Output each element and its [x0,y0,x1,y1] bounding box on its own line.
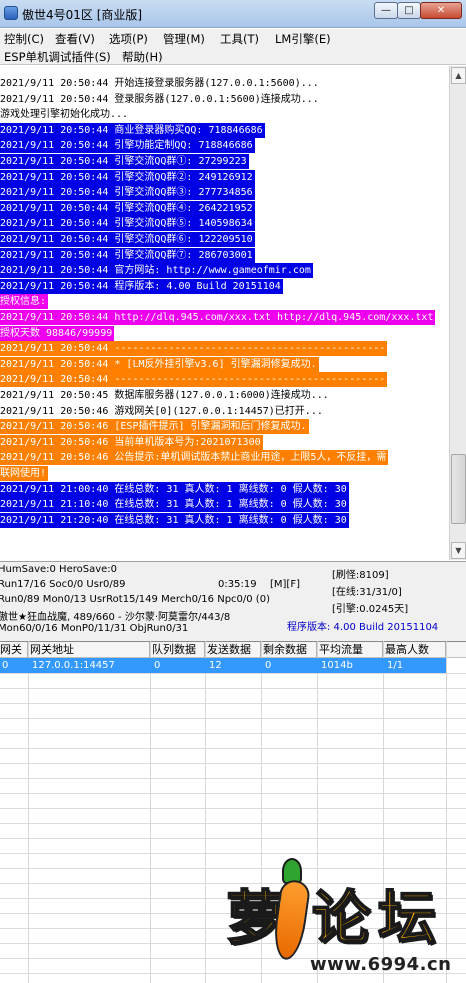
log-line: 联网使用! [0,466,49,481]
status-save: HumSave:0 HeroSave:0 [0,564,118,575]
watermark-char-2: 论 [311,884,371,952]
status-monsters: Mon60/0/16 MonP0/11/31 ObjRun0/31 [0,623,189,634]
log-line: 2021/9/11 20:50:45 数据库服务器(127.0.0.1:6000… [0,390,329,401]
log-line: 2021/9/11 20:50:44 引擎交流QQ群⑦: 286703001 [0,247,255,263]
menu-esp-plugin[interactable]: ESP单机调试插件(S) [4,49,111,65]
col-avg-traffic[interactable]: 平均流量 [317,642,383,658]
log-line: 2021/9/11 20:50:44 ---------------------… [0,372,388,388]
cell-address: 127.0.0.1:14457 [32,660,115,671]
scroll-up-icon[interactable]: ▲ [451,67,466,84]
col-gateway[interactable]: 网关 [0,642,28,658]
log-line: 2021/9/11 21:20:40 在线总数: 31 真人数: 1 离线数: … [0,512,349,528]
col-sent[interactable]: 发送数据 [205,642,261,658]
menu-view[interactable]: 查看(V) [55,31,95,47]
log-line: 2021/9/11 20:50:44 程序版本: 4.00 Build 2015… [0,278,283,294]
cell-gateway: 0 [2,660,9,671]
status-map: 傲世★狂血战魔, 489/660 - 沙尔蒙·阿莫雷尔/443/8 [0,612,231,623]
cell-max-users: 1/1 [387,660,404,671]
status-timer: 0:35:19 [218,579,257,590]
status-panel: HumSave:0 HeroSave:0 Run17/16 Soc0/0 Usr… [0,561,466,641]
col-gateway-addr[interactable]: 网关地址 [28,642,150,658]
col-max-users[interactable]: 最高人数 [383,642,446,658]
log-line: 游戏处理引擎初始化成功... [0,109,129,121]
log-line: 2021/9/11 20:50:44 引擎交流QQ群③: 277734856 [0,185,255,201]
log-line: 2021/9/11 20:50:46 游戏网关[0](127.0.0.1:144… [0,405,323,417]
close-button[interactable]: ✕ [420,2,462,19]
cell-queue: 0 [154,660,161,671]
status-run: Run17/16 Soc0/0 Usr0/89 [0,579,126,590]
log-line: 2021/9/11 20:50:46 [ESP插件提示] 引擎漏洞和后门修复成功… [0,419,309,435]
log-line: 2021/9/11 20:50:46 当前单机版本号为:2021071300 [0,434,263,450]
cell-sent: 12 [209,660,222,671]
log-line: 授权天数 98846/99999 [0,325,115,341]
log-line: 2021/9/11 21:10:40 在线总数: 31 真人数: 1 离线数: … [0,497,349,513]
log-line: 2021/9/11 20:50:44 引擎交流QQ群⑥: 122209510 [0,232,255,247]
log-line: 2021/9/11 20:50:44 引擎交流QQ群②: 249126912 [0,169,255,185]
log-line: 2021/9/11 20:50:44 登录服务器(127.0.0.1:5600)… [0,93,319,105]
gateway-table-header: 网关 网关地址 队列数据 发送数据 剩余数据 平均流量 最高人数 [0,641,466,658]
online-count: [在线:31/31/0] [332,587,402,598]
log-line: 2021/9/11 20:50:46 公告提示:单机调试版本禁止商业用途，上限5… [0,450,389,466]
status-flags: [M][F] [270,579,300,590]
menu-tools[interactable]: 工具(T) [220,31,259,47]
menu-options[interactable]: 选项(P) [109,31,148,47]
log-line: 2021/9/11 20:50:44 * [LM反外挂引擎v3.6] 引擎漏洞修… [0,356,319,372]
menu-lm-engine[interactable]: LM引擎(E) [275,31,331,47]
col-remaining[interactable]: 剩余数据 [261,642,317,658]
title-bar: 傲世4号01区 [商业版] — □ ✕ [0,0,466,28]
window-title: 傲世4号01区 [商业版] [22,8,143,22]
log-line: 2021/9/11 20:50:44 官方网站: http://www.game… [0,263,313,279]
maximize-button[interactable]: □ [397,2,421,19]
log-line: 2021/9/11 20:50:44 ---------------------… [0,341,388,357]
menu-help[interactable]: 帮助(H) [122,49,163,65]
watermark-url: www.6994.cn [310,954,452,975]
log-line: 授权信息: [0,294,49,310]
menu-manage[interactable]: 管理(M) [163,31,205,47]
app-icon [4,6,18,20]
menu-bar: 控制(C) 查看(V) 选项(P) 管理(M) 工具(T) LM引擎(E) [0,29,466,47]
log-line: 2021/9/11 20:50:44 商业登录器购买QQ: 718846686 [0,122,265,138]
refresh-count: [刷怪:8109] [332,570,389,581]
status-objects: Run0/89 Mon0/13 UsrRot15/149 Merch0/16 N… [0,594,270,605]
menu-bar-secondary: ESP单机调试插件(S) 帮助(H) [0,47,466,65]
log-line: 2021/9/11 20:50:44 引擎交流QQ群①: 27299223 [0,154,249,169]
scroll-thumb[interactable] [451,454,466,524]
minimize-button[interactable]: — [374,2,398,19]
log-scrollbar[interactable]: ▲ ▼ [449,66,466,560]
log-line: 2021/9/11 21:00:40 在线总数: 31 真人数: 1 离线数: … [0,481,349,497]
cell-avg-traffic: 1014b [321,660,353,671]
col-queue[interactable]: 队列数据 [150,642,205,658]
program-version: 程序版本: 4.00 Build 20151104 [287,622,439,633]
menu-control[interactable]: 控制(C) [4,31,44,47]
log-line: 2021/9/11 20:50:44 引擎交流QQ群⑤: 140598634 [0,216,255,232]
engine-days: [引擎:0.0245天] [332,604,409,615]
log-line: 2021/9/11 20:50:44 开始连接登录服务器(127.0.0.1:5… [0,78,319,89]
log-line: 2021/9/11 20:50:44 引擎功能定制QQ: 718846686 [0,138,255,154]
log-panel[interactable]: 2021/9/11 20:50:44 开始连接登录服务器(127.0.0.1:5… [0,66,449,560]
log-line: 2021/9/11 20:50:44 引擎交流QQ群④: 264221952 [0,200,255,216]
watermark-char-3: 坛 [377,884,437,952]
log-line: 2021/9/11 20:50:44 http://dlq.945.com/xx… [0,310,436,325]
cell-remaining: 0 [265,660,272,671]
table-row[interactable]: 0 127.0.0.1:14457 0 12 0 1014b 1/1 [0,658,446,673]
scroll-down-icon[interactable]: ▼ [451,542,466,559]
